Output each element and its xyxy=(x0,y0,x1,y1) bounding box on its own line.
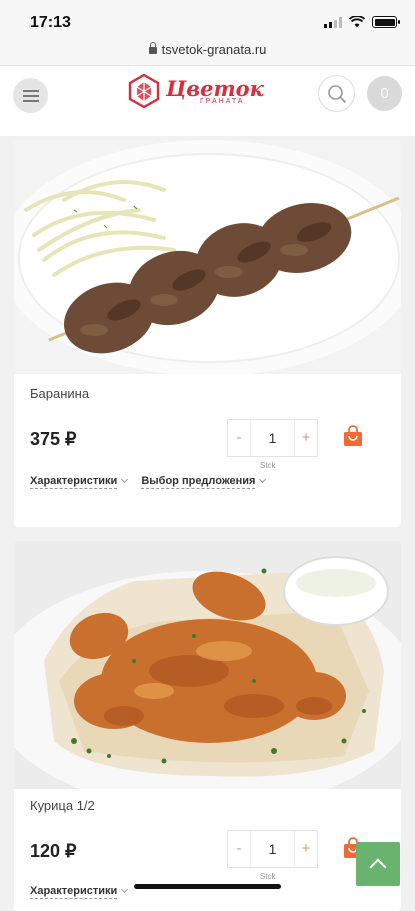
search-button[interactable] xyxy=(318,75,355,112)
increase-quantity-button[interactable]: + xyxy=(295,831,317,867)
status-bar: 17:13 xyxy=(0,0,415,38)
decrease-quantity-button[interactable]: - xyxy=(228,420,250,456)
quantity-stepper: - 1 + xyxy=(227,830,318,868)
status-icons xyxy=(324,16,400,28)
hamburger-icon xyxy=(22,89,39,92)
chevron-down-icon xyxy=(259,475,267,484)
home-indicator[interactable] xyxy=(134,884,281,889)
address-bar[interactable]: tsvetok-granata.ru xyxy=(0,38,415,66)
product-name[interactable]: Баранина xyxy=(30,386,89,401)
site-header: Цветок ГРАНАТА 0 xyxy=(0,66,415,136)
chevron-down-icon xyxy=(121,885,129,894)
product-name[interactable]: Курица 1/2 xyxy=(30,798,95,813)
url-text: tsvetok-granata.ru xyxy=(161,42,267,57)
quantity-stepper: - 1 + xyxy=(227,419,318,457)
pomegranate-logo-icon xyxy=(128,73,160,109)
product-options: Характеристики xyxy=(30,885,129,899)
logo-subtitle: ГРАНАТА xyxy=(200,97,245,105)
cart-count: 0 xyxy=(380,85,389,102)
quantity-unit: Stck xyxy=(260,461,276,470)
product-options: Характеристики Выбор предложения xyxy=(30,475,267,489)
search-icon xyxy=(328,85,347,104)
decrease-quantity-button[interactable]: - xyxy=(228,831,250,867)
cellular-signal-icon xyxy=(324,16,342,28)
logo-title: Цветок xyxy=(166,75,264,101)
cart-button[interactable]: 0 xyxy=(367,76,402,111)
add-to-cart-bag-icon[interactable] xyxy=(343,425,363,447)
product-image-lamb-skewer[interactable] xyxy=(14,140,401,374)
wifi-icon xyxy=(349,16,365,28)
characteristics-toggle[interactable]: Характеристики xyxy=(30,885,129,899)
product-card: Баранина 375 ₽ - 1 + Stck Характеристики… xyxy=(14,140,401,527)
quantity-input[interactable]: 1 xyxy=(250,420,295,456)
chevron-down-icon xyxy=(121,475,129,484)
characteristics-toggle[interactable]: Характеристики xyxy=(30,475,129,489)
quantity-unit: Stck xyxy=(260,872,276,881)
scroll-to-top-button[interactable] xyxy=(356,842,400,886)
offer-select-toggle[interactable]: Выбор предложения xyxy=(141,475,267,489)
status-time: 17:13 xyxy=(30,14,71,31)
product-price: 375 ₽ xyxy=(30,429,77,449)
quantity-input[interactable]: 1 xyxy=(250,831,295,867)
increase-quantity-button[interactable]: + xyxy=(295,420,317,456)
menu-button[interactable] xyxy=(13,78,48,113)
site-logo[interactable]: Цветок ГРАНАТА xyxy=(126,73,264,109)
product-card: Курица 1/2 120 ₽ - 1 + Stck Характеристи… xyxy=(14,541,401,911)
product-image-chicken[interactable] xyxy=(14,541,401,789)
battery-icon xyxy=(372,16,400,28)
product-price: 120 ₽ xyxy=(30,841,77,861)
lock-icon xyxy=(148,42,157,54)
